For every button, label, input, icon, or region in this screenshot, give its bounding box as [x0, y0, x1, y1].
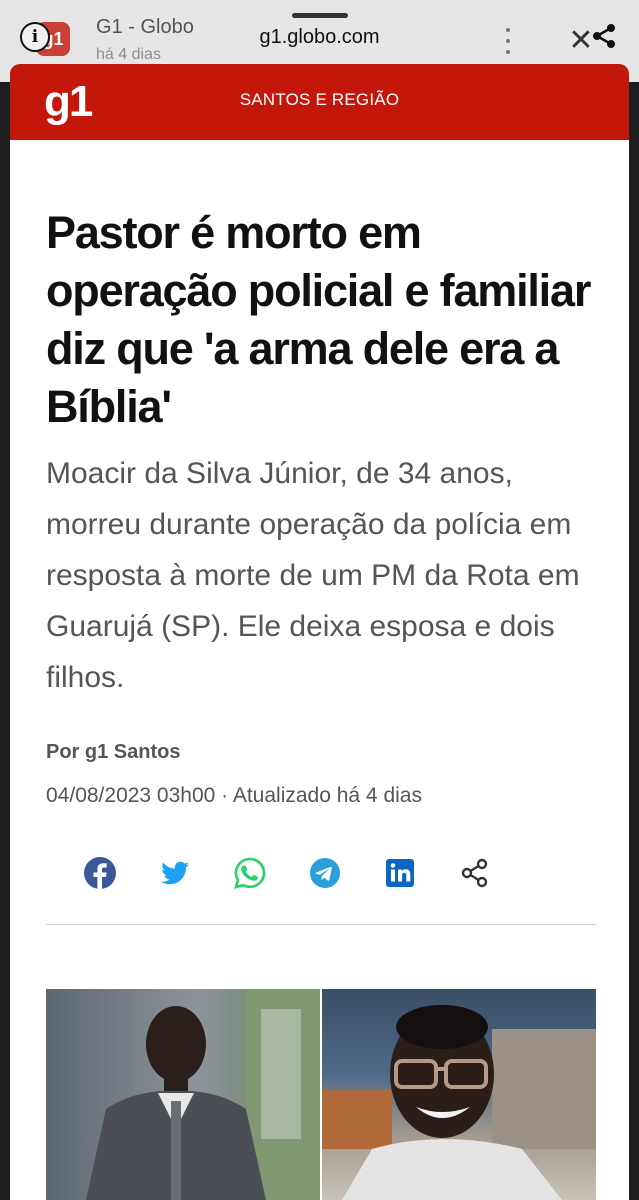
facebook-icon[interactable]: [83, 856, 117, 890]
article-photo[interactable]: [46, 989, 596, 1200]
share-icon[interactable]: [590, 22, 618, 50]
url-text[interactable]: g1.globo.com: [0, 26, 639, 49]
twitter-icon[interactable]: [158, 856, 192, 890]
background-strip-left: [0, 82, 10, 1200]
telegram-icon[interactable]: [308, 856, 342, 890]
more-vert-icon[interactable]: [498, 24, 518, 58]
article-dateline: 04/08/2023 03h00 · Atualizado há 4 dias: [46, 784, 422, 807]
background-strip-right: [629, 82, 639, 1200]
drag-handle[interactable]: [292, 13, 348, 18]
person-silhouette-left: [86, 989, 320, 1200]
share-bar: [10, 856, 629, 890]
article-headline: Pastor é morto em operação policial e fa…: [46, 207, 591, 432]
whatsapp-icon[interactable]: [233, 856, 267, 890]
share-icon[interactable]: [458, 856, 492, 890]
photo-left-man: [46, 989, 320, 1200]
article-card: g1 SANTOS E REGIÃO Pastor é morto em ope…: [10, 64, 629, 1200]
section-link[interactable]: SANTOS E REGIÃO: [10, 90, 629, 110]
photo-right-man: [322, 989, 596, 1200]
article-byline: Por g1 Santos: [46, 741, 181, 763]
person-silhouette-right: [322, 1005, 596, 1200]
article-subtitle: Moacir da Silva Júnior, de 34 anos, morr…: [46, 457, 580, 694]
linkedin-icon[interactable]: [383, 856, 417, 890]
divider: [46, 924, 596, 925]
site-header: g1 SANTOS E REGIÃO: [10, 64, 629, 140]
